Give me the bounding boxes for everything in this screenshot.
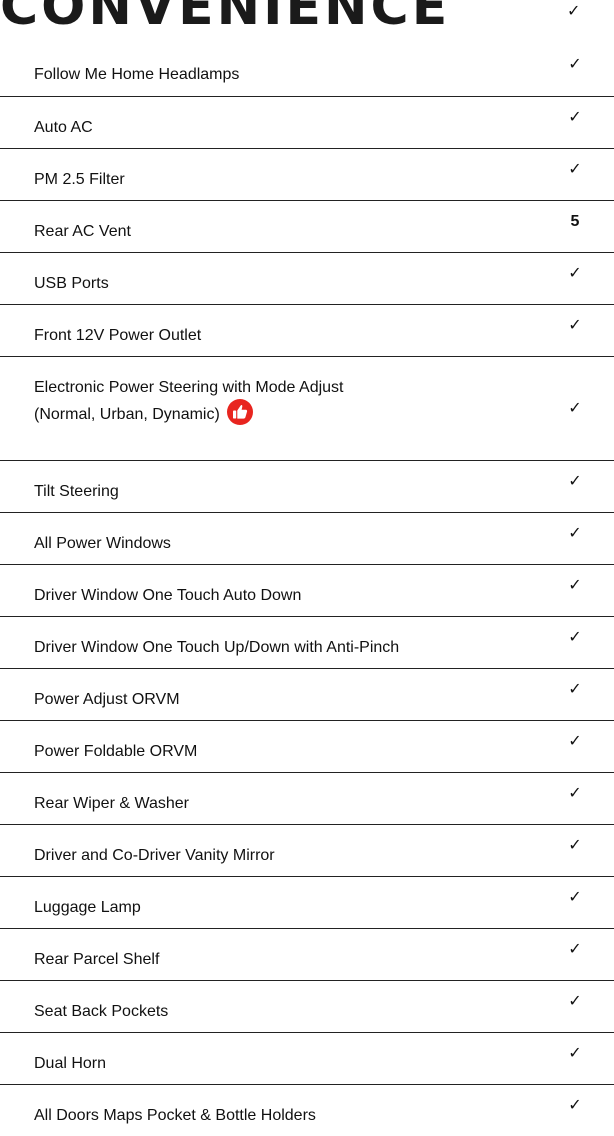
feature-value: ✓ — [568, 681, 582, 698]
feature-label: Driver Window One Touch Auto Down — [34, 587, 302, 604]
feature-label: Rear Wiper & Washer — [34, 795, 189, 812]
feature-value: 5 — [570, 213, 580, 230]
feature-value: ✓ — [568, 733, 582, 750]
feature-label: Luggage Lamp — [34, 899, 141, 916]
feature-row: Seat Back Pockets ✓ — [0, 980, 614, 1032]
feature-label: All Doors Maps Pocket & Bottle Holders — [34, 1107, 316, 1124]
feature-value: ✓ — [568, 629, 582, 646]
feature-row: Driver and Co-Driver Vanity Mirror ✓ — [0, 824, 614, 876]
feature-row: Follow Me Home Headlamps ✓ — [0, 44, 614, 96]
feature-row: Driver Window One Touch Auto Down ✓ — [0, 564, 614, 616]
feature-row: Rear Wiper & Washer ✓ — [0, 772, 614, 824]
feature-value: ✓ — [568, 837, 582, 854]
section-title: CONVENIENCE — [0, 0, 451, 37]
feature-list: Follow Me Home Headlamps ✓ Auto AC ✓ PM … — [0, 44, 614, 1136]
feature-value: ✓ — [568, 941, 582, 958]
feature-row: Dual Horn ✓ — [0, 1032, 614, 1084]
feature-value: ✓ — [568, 161, 582, 178]
feature-value: ✓ — [568, 785, 582, 802]
feature-value: ✓ — [568, 56, 582, 73]
feature-label-line2: (Normal, Urban, Dynamic) — [34, 406, 220, 423]
feature-label: USB Ports — [34, 275, 109, 292]
feature-label: Follow Me Home Headlamps — [34, 66, 240, 83]
feature-value: ✓ — [568, 889, 582, 906]
feature-label-line2-wrap: (Normal, Urban, Dynamic) — [34, 398, 514, 426]
feature-row: Tilt Steering ✓ — [0, 460, 614, 512]
feature-label-line1: Electronic Power Steering with Mode Adju… — [34, 379, 344, 396]
feature-row: Power Foldable ORVM ✓ — [0, 720, 614, 772]
feature-value: ✓ — [568, 317, 582, 334]
feature-value: ✓ — [568, 577, 582, 594]
feature-value: ✓ — [568, 400, 582, 417]
feature-label: Tilt Steering — [34, 483, 119, 500]
feature-label: Driver Window One Touch Up/Down with Ant… — [34, 639, 400, 656]
feature-label: Seat Back Pockets — [34, 1003, 169, 1020]
feature-row: All Power Windows ✓ — [0, 512, 614, 564]
feature-value: ✓ — [568, 993, 582, 1010]
feature-row: Luggage Lamp ✓ — [0, 876, 614, 928]
feature-row: Electronic Power Steering with Mode Adju… — [0, 356, 614, 460]
feature-value: ✓ — [568, 1045, 582, 1062]
feature-label: Auto AC — [34, 119, 93, 136]
feature-row: Front 12V Power Outlet ✓ — [0, 304, 614, 356]
section-title-checkmark: ✓ — [567, 3, 581, 20]
thumbs-up-icon — [226, 399, 253, 425]
feature-value: ✓ — [568, 1097, 582, 1114]
feature-label: Rear Parcel Shelf — [34, 951, 160, 968]
feature-value: ✓ — [568, 109, 582, 126]
feature-row: Rear Parcel Shelf ✓ — [0, 928, 614, 980]
feature-row: Power Adjust ORVM ✓ — [0, 668, 614, 720]
feature-value: ✓ — [568, 265, 582, 282]
feature-label: Rear AC Vent — [34, 223, 131, 240]
feature-label: Electronic Power Steering with Mode Adju… — [34, 377, 514, 426]
feature-label: Driver and Co-Driver Vanity Mirror — [34, 847, 275, 864]
feature-value: ✓ — [568, 525, 582, 542]
feature-label: Power Adjust ORVM — [34, 691, 180, 708]
feature-label: All Power Windows — [34, 535, 171, 552]
feature-label: Front 12V Power Outlet — [34, 327, 202, 344]
feature-row: All Doors Maps Pocket & Bottle Holders ✓ — [0, 1084, 614, 1136]
feature-row: Rear AC Vent 5 — [0, 200, 614, 252]
feature-label: Dual Horn — [34, 1055, 107, 1072]
feature-row: USB Ports ✓ — [0, 252, 614, 304]
feature-label: PM 2.5 Filter — [34, 171, 125, 188]
feature-value: ✓ — [568, 473, 582, 490]
feature-row: Driver Window One Touch Up/Down with Ant… — [0, 616, 614, 668]
feature-row: Auto AC ✓ — [0, 96, 614, 148]
feature-row: PM 2.5 Filter ✓ — [0, 148, 614, 200]
feature-label: Power Foldable ORVM — [34, 743, 198, 760]
